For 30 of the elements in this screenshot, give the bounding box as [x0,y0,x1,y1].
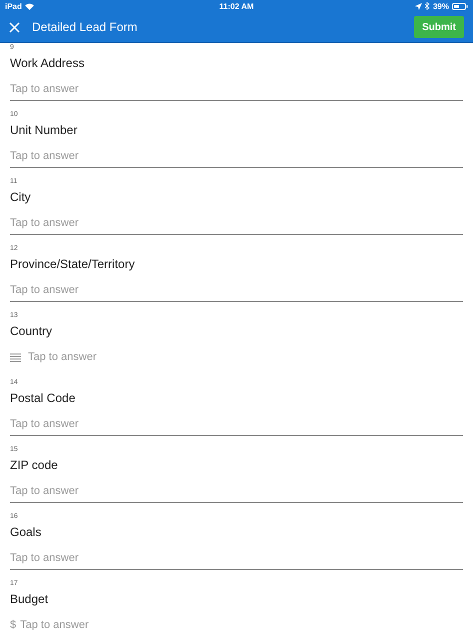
answer-field[interactable]: Tap to answer [28,351,463,363]
question-label: City [10,189,32,205]
answer-field[interactable]: Tap to answer [10,150,463,162]
answer-field[interactable]: Tap to answer [20,619,463,630]
answer-field[interactable]: Tap to answer [10,217,463,229]
battery-percent: 39% [432,2,449,10]
bluetooth-icon [424,2,430,10]
question-label: Work Address [10,55,86,71]
status-time: 11:02 AM [219,2,254,10]
answer-field[interactable]: Tap to answer [10,284,463,296]
question-label: Province/State/Territory [10,256,136,272]
wifi-icon [24,2,34,10]
close-icon[interactable] [9,22,20,32]
list-icon [10,352,21,362]
answer-field[interactable]: Tap to answer [10,485,463,497]
currency-symbol: $ [10,619,16,630]
question-label: Country [10,323,54,339]
submit-button[interactable]: Submit [414,16,464,38]
question-label: Budget [10,591,50,607]
answer-field[interactable]: Tap to answer [10,552,463,564]
question-label: ZIP code [10,457,59,473]
battery-icon [452,2,468,10]
location-icon [414,2,422,10]
form-title: Detailed Lead Form [32,20,138,34]
answer-field[interactable]: Tap to answer [10,83,463,95]
question-label: Postal Code [10,390,76,406]
answer-field[interactable]: Tap to answer [10,418,463,430]
question-label: Goals [10,524,42,540]
device-name: iPad [5,2,22,10]
question-label: Unit Number [10,122,78,138]
